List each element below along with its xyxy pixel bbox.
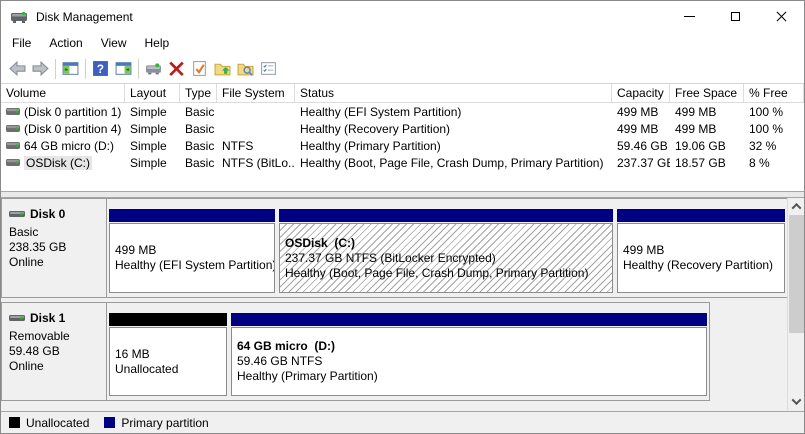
back-button[interactable] [6,57,29,80]
disk-0-type: Basic [9,225,106,240]
menubar: File Action View Help [1,32,804,54]
legend-unallocated-swatch [9,417,20,428]
disk-1-status: Online [9,359,106,374]
volume-list-header: Volume Layout Type File System Status Ca… [1,84,804,103]
partition-color-strip [109,209,275,222]
menu-view[interactable]: View [92,33,136,53]
delete-x-icon [168,60,185,77]
disk-1-row: Disk 1 Removable 59.48 GB Online 16 MB U… [1,302,710,401]
menu-action[interactable]: Action [40,33,91,53]
disk-icon [9,209,25,220]
volume-list-empty-space [1,171,804,191]
drive-icon [145,60,162,77]
check-document-icon [191,60,208,77]
maximize-button[interactable] [712,1,758,32]
toolbar-separator [55,59,56,79]
pane-splitter[interactable] [1,191,804,198]
disk-pane-scrollbar[interactable] [787,198,804,410]
chevron-up-icon [791,203,801,213]
volume-row-64gb-micro[interactable]: 64 GB micro (D:) Simple Basic NTFS Healt… [1,137,804,154]
delete-volume-button[interactable] [165,57,188,80]
window-title: Disk Management [36,10,133,24]
partition-color-strip [109,313,227,326]
volume-row-osdisk[interactable]: OSDisk (C:) Simple Basic NTFS (BitLo... … [1,154,804,171]
partition-recovery[interactable]: 499 MB Healthy (Recovery Partition) [617,209,785,293]
disk-0-capacity: 238.35 GB [9,240,106,255]
partition-color-strip [279,209,613,222]
svg-text:?: ? [97,63,104,76]
show-console-tree-button[interactable] [59,57,82,80]
column-header-free-space[interactable]: Free Space [670,84,744,102]
partition-color-strip [231,313,707,326]
disk-1-capacity: 59.48 GB [9,344,106,359]
disk-0-row: Disk 0 Basic 238.35 GB Online 499 MB Hea… [1,198,788,298]
console-tree-icon [62,60,79,77]
scrollbar-thumb[interactable] [789,215,804,333]
partition-color-strip [617,209,785,222]
folder-search-icon [237,60,254,77]
menu-help[interactable]: Help [136,33,179,53]
legend-bar: Unallocated Primary partition [1,411,804,433]
selected-volume-name: OSDisk (C:) [24,156,92,170]
volume-row-disk0-partition4[interactable]: (Disk 0 partition 4) Simple Basic Health… [1,120,804,137]
column-header-capacity[interactable]: Capacity [612,84,670,102]
toolbar: ? [1,54,804,84]
maximize-icon [731,12,740,21]
action-pane-icon [115,60,132,77]
partition-osdisk-c[interactable]: OSDisk (C:) 237.37 GB NTFS (BitLocker En… [279,209,613,293]
volume-icon [6,158,20,167]
minimize-button[interactable] [666,1,712,32]
column-header-volume[interactable]: Volume [1,84,125,102]
partition-unallocated[interactable]: 16 MB Unallocated [109,313,227,396]
partition-64gb-micro-d[interactable]: 64 GB micro (D:) 59.46 GB NTFS Healthy (… [231,313,707,396]
volume-icon [6,107,20,116]
help-icon: ? [92,60,109,77]
legend-primary-partition-swatch [104,417,115,428]
column-header-percent-free[interactable]: % Free [744,84,804,102]
drive-properties-button[interactable] [142,57,165,80]
legend-unallocated-label: Unallocated [26,416,89,430]
menu-file[interactable]: File [3,33,40,53]
partition-efi-system[interactable]: 499 MB Healthy (EFI System Partition) [109,209,275,293]
minimize-icon [684,16,695,17]
disk-management-window: Disk Management File Action View Help ? … [0,0,805,434]
disk-management-app-icon [11,10,28,24]
help-button[interactable]: ? [89,57,112,80]
scroll-up-button[interactable] [788,198,804,215]
volume-list: Volume Layout Type File System Status Ca… [1,84,804,191]
disk-1-label[interactable]: Disk 1 Removable 59.48 GB Online [2,303,107,400]
volume-row-disk0-partition1[interactable]: (Disk 0 partition 1) Simple Basic Health… [1,103,804,120]
scroll-down-button[interactable] [788,393,804,410]
close-button[interactable] [758,1,804,32]
volume-icon [6,141,20,150]
forward-button[interactable] [29,57,52,80]
column-header-layout[interactable]: Layout [125,84,180,102]
disk-0-label[interactable]: Disk 0 Basic 238.35 GB Online [2,199,107,297]
column-header-file-system[interactable]: File System [217,84,295,102]
disk-0-status: Online [9,255,106,270]
legend-primary-partition-label: Primary partition [121,416,208,430]
task-list-icon [260,60,277,77]
disk-icon [9,313,25,324]
open-button[interactable] [211,57,234,80]
column-header-type[interactable]: Type [180,84,217,102]
forward-arrow-icon [32,60,49,77]
column-header-status[interactable]: Status [295,84,612,102]
show-action-pane-button[interactable] [112,57,135,80]
selected-partition-body: OSDisk (C:) 237.37 GB NTFS (BitLocker En… [279,223,613,293]
chevron-down-icon [791,395,801,405]
task-list-button[interactable] [257,57,280,80]
titlebar: Disk Management [1,1,804,32]
volume-icon [6,124,20,133]
disk-1-type: Removable [9,329,106,344]
folder-up-icon [214,60,231,77]
back-arrow-icon [9,60,26,77]
mark-partition-active-button[interactable] [188,57,211,80]
disk-graphical-pane: Disk 0 Basic 238.35 GB Online 499 MB Hea… [1,198,804,411]
explore-button[interactable] [234,57,257,80]
